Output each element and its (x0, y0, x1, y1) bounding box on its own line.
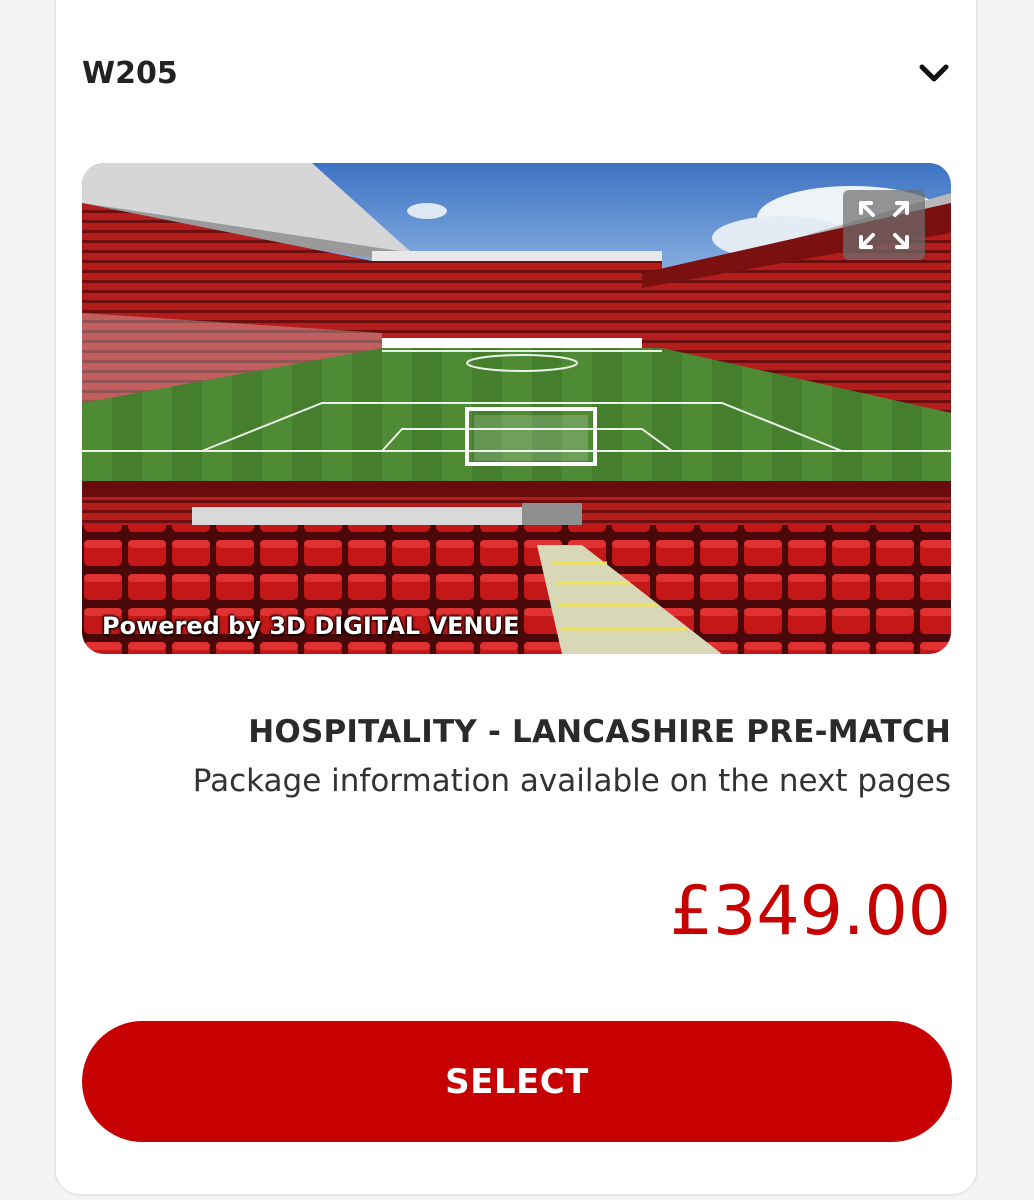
select-button[interactable]: SELECT (82, 1021, 952, 1142)
attribution-label: Powered by 3D DIGITAL VENUE (102, 612, 520, 640)
chevron-down-icon[interactable] (916, 55, 952, 91)
package-subtitle: Package information available on the nex… (192, 763, 951, 799)
section-code: W205 (82, 55, 178, 91)
section-header[interactable]: W205 (82, 50, 952, 96)
seat-view-image[interactable]: Powered by 3D DIGITAL VENUE (82, 163, 951, 654)
package-price: £349.00 (669, 872, 951, 951)
expand-icon (859, 201, 909, 249)
package-title: HOSPITALITY - LANCASHIRE PRE-MATCH (248, 714, 951, 750)
stadium-view-illustration (82, 163, 951, 654)
expand-view-button[interactable] (843, 190, 925, 260)
